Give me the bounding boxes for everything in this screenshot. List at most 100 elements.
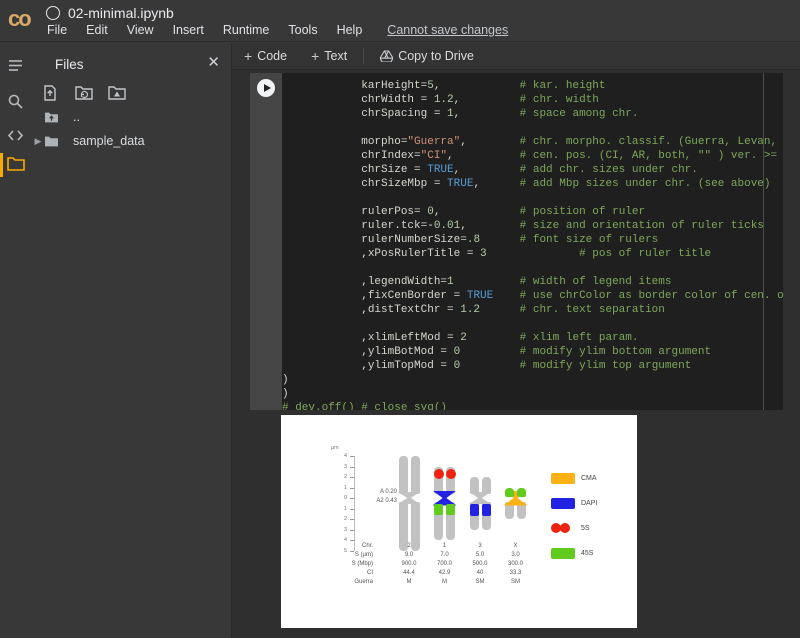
table-row-label: Chr. — [333, 543, 373, 549]
ruler-tick-label: 4 — [333, 453, 347, 459]
code-cell: karHeight=5, # kar. height chrWidth = 1.… — [250, 73, 783, 410]
legend-swatch-DAPI — [551, 498, 575, 509]
app-header: co 02-minimal.ipynb File Edit View Insert Ru… — [0, 0, 800, 42]
table-cell: 44.4 — [389, 570, 429, 576]
code-line — [282, 317, 783, 331]
table-cell: M — [389, 579, 429, 585]
menu-item-tools[interactable]: Tools — [288, 23, 317, 37]
mark-cap — [517, 488, 526, 498]
folder-up-icon — [44, 111, 66, 124]
code-line: karHeight=5, # kar. height — [282, 79, 783, 93]
code-line: ,ylimBotMod = 0 # modify ylim bottom arg… — [282, 345, 783, 359]
table-row-label: S (Mbp) — [333, 561, 373, 567]
mark-band — [446, 504, 455, 516]
mark-dot-5S — [446, 469, 456, 479]
menu-item-help[interactable]: Help — [337, 23, 363, 37]
code-line: chrIndex="CI", # cen. pos. (CI, AR, both… — [282, 149, 783, 163]
asymmetry-index: A2 0.43 — [365, 498, 397, 504]
code-line: ,distTextChr = 1.2 # chr. text separatio… — [282, 303, 783, 317]
table-cell: 500.0 — [460, 561, 500, 567]
expand-arrow-icon[interactable]: ▶ — [32, 136, 44, 147]
legend-swatch-5S — [560, 523, 570, 533]
legend-label: 5S — [581, 525, 590, 532]
code-line: chrSize = TRUE, # add chr. sizes under c… — [282, 163, 783, 177]
code-line — [282, 191, 783, 205]
code-line: chrSpacing = 1, # space among chr. — [282, 107, 783, 121]
tree-item-parent[interactable]: .. — [30, 105, 232, 129]
ruler-title: µm — [331, 445, 339, 451]
code-editor[interactable]: karHeight=5, # kar. height chrWidth = 1.… — [282, 73, 783, 410]
table-cell: 2 — [389, 543, 429, 549]
code-line: ,xPosRulerTitle = 3 # pos of ruler title — [282, 247, 783, 261]
table-cell: SM — [496, 579, 536, 585]
colab-app: co 02-minimal.ipynb File Edit View Insert Ru… — [0, 0, 800, 638]
menu-item-view[interactable]: View — [127, 23, 154, 37]
code-line: ) — [282, 373, 783, 387]
rail-files-icon[interactable] — [7, 156, 24, 173]
files-close-button[interactable]: ✕ — [207, 53, 220, 71]
mark-band — [470, 504, 479, 517]
menu-item-file[interactable]: File — [47, 23, 67, 37]
chromatid-short-arm — [399, 456, 408, 494]
menu-item-insert[interactable]: Insert — [173, 23, 204, 37]
table-cell: 40 — [460, 570, 500, 576]
add-code-button[interactable]: + Code — [232, 43, 299, 69]
copy-to-drive-button[interactable]: Copy to Drive — [368, 43, 486, 69]
add-text-button[interactable]: + Text — [299, 43, 359, 69]
colab-logo[interactable]: co — [8, 6, 30, 32]
menu-item-runtime[interactable]: Runtime — [223, 23, 270, 37]
code-line: rulerNumberSize=.8 # font size of rulers — [282, 233, 783, 247]
table-cell: SM — [460, 579, 500, 585]
code-line: ruler.tck=-0.01, # size and orientation … — [282, 219, 783, 233]
code-line — [282, 261, 783, 275]
table-cell: M — [425, 579, 465, 585]
table-cell: 1 — [425, 543, 465, 549]
legend-label: 45S — [581, 550, 593, 557]
mark-band — [482, 504, 491, 517]
run-cell-button[interactable] — [257, 79, 275, 97]
table-cell: 5.0 — [460, 552, 500, 558]
legend-swatch-CMA — [551, 473, 575, 484]
table-cell: 3 — [460, 543, 500, 549]
upload-file-button[interactable] — [42, 85, 60, 103]
rail-search-icon[interactable] — [7, 93, 24, 110]
code-line: ,fixCenBorder = TRUE # use chrColor as b… — [282, 289, 783, 303]
tree-item-sample_data[interactable]: ▶sample_data — [30, 129, 232, 153]
centromere — [469, 492, 491, 504]
ruler-axis-line — [354, 456, 355, 551]
table-cell: 42.9 — [425, 570, 465, 576]
refresh-folder-button[interactable] — [75, 85, 93, 103]
mark-dot-5S — [434, 469, 444, 479]
sidebar: Files ✕ ..▶sample_data — [0, 43, 232, 638]
table-row-label: S (µm) — [333, 552, 373, 558]
cell-gutter — [250, 73, 282, 410]
code-line: rulerPos= 0, # position of ruler — [282, 205, 783, 219]
legend-label: DAPI — [581, 500, 597, 507]
table-cell: 900.0 — [389, 561, 429, 567]
table-row-label: Guerra — [333, 579, 373, 585]
menu-item-edit[interactable]: Edit — [86, 23, 108, 37]
drive-icon — [380, 50, 393, 62]
mount-drive-button[interactable] — [108, 85, 126, 103]
rail-code-icon[interactable] — [7, 127, 24, 144]
table-cell: 300.0 — [496, 561, 536, 567]
rail-toc-icon[interactable] — [7, 57, 24, 74]
editor-ruler-line — [763, 73, 764, 410]
file-tree: ..▶sample_data — [30, 105, 232, 153]
code-line — [282, 121, 783, 135]
ruler-tick-label: 1 — [333, 506, 347, 512]
save-status-link[interactable]: Cannot save changes — [387, 23, 508, 37]
plus-icon: + — [311, 48, 319, 64]
plus-icon: + — [244, 48, 252, 64]
sidebar-rail — [0, 43, 30, 638]
code-line: # dev.off() # close svg() — [282, 401, 783, 410]
table-cell: X — [496, 543, 536, 549]
chromatid-short-arm — [470, 477, 479, 494]
chromatid-short-arm — [411, 456, 420, 494]
code-line: chrWidth = 1.2, # chr. width — [282, 93, 783, 107]
table-row-label: CI — [333, 570, 373, 576]
code-line: ) — [282, 387, 783, 401]
notebook-title[interactable]: 02-minimal.ipynb — [68, 5, 174, 21]
github-icon[interactable] — [46, 6, 60, 20]
table-cell: 3.0 — [496, 552, 536, 558]
